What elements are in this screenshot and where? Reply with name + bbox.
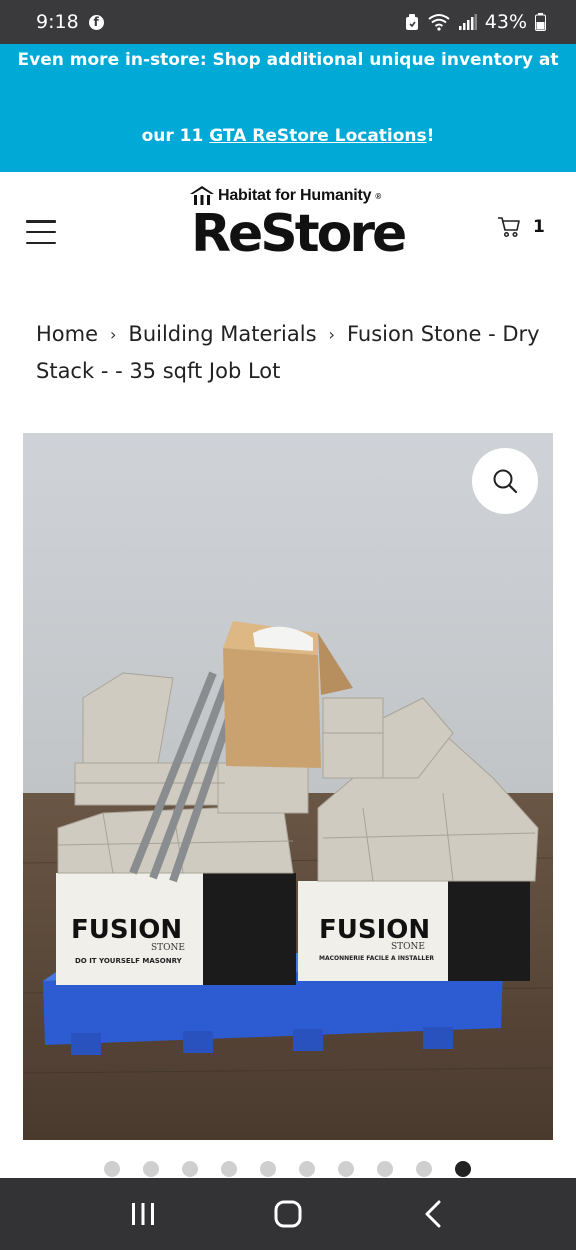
breadcrumb-building-materials[interactable]: Building Materials	[128, 322, 316, 346]
carousel-dot[interactable]	[182, 1161, 198, 1177]
status-time: 9:18	[36, 11, 79, 33]
store-locations-link[interactable]: GTA ReStore Locations	[209, 126, 426, 146]
search-icon	[493, 469, 518, 494]
site-header: Habitat for Humanity ® ReStore 1	[0, 172, 576, 290]
menu-icon[interactable]	[26, 220, 56, 244]
carousel-dot[interactable]	[338, 1161, 354, 1177]
carousel-dots	[104, 1161, 471, 1177]
recent-apps-icon	[131, 1203, 154, 1225]
carousel-dot[interactable]	[299, 1161, 315, 1177]
carousel-dot-active[interactable]	[455, 1161, 471, 1177]
signal-icon	[458, 14, 477, 30]
product-image[interactable]: FUSION STONE DO IT YOURSELF MASONRY FUSI…	[23, 433, 553, 1140]
promo-text: Even more in-store: Shop additional uniq…	[17, 50, 559, 70]
cart-icon	[498, 217, 520, 238]
carousel-dot[interactable]	[143, 1161, 159, 1177]
carousel-dot[interactable]	[416, 1161, 432, 1177]
status-icons: 43%	[405, 11, 546, 33]
logo-registered: ®	[375, 191, 382, 201]
logo-main-text: ReStore	[191, 204, 407, 264]
box-left-brand: FUSION	[71, 915, 182, 945]
home-button[interactable]	[258, 1184, 318, 1244]
wifi-icon	[428, 14, 450, 31]
carousel-dot[interactable]	[104, 1161, 120, 1177]
zoom-button[interactable]	[472, 448, 538, 514]
cart-count: 1	[533, 217, 545, 237]
promo-suffix: !	[426, 126, 435, 146]
restore-logo[interactable]: Habitat for Humanity ® ReStore	[190, 186, 407, 276]
carousel-dot[interactable]	[377, 1161, 393, 1177]
box-left-tag: DO IT YOURSELF MASONRY	[75, 957, 183, 965]
battery-percent: 43%	[484, 11, 527, 33]
logo-habitat: Habitat for Humanity ®	[190, 186, 390, 206]
box-right-sub: STONE	[391, 942, 425, 952]
promo-banner: Even more in-store: Shop additional uniq…	[0, 44, 576, 172]
status-bar: 9:18 f 43%	[0, 0, 576, 44]
alarm-icon	[405, 13, 418, 30]
breadcrumb-separator: ›	[328, 325, 335, 344]
product-photo: FUSION STONE DO IT YOURSELF MASONRY FUSI…	[23, 433, 553, 1140]
recent-apps-button[interactable]	[113, 1184, 173, 1244]
breadcrumb: Home › Building Materials › Fusion Stone - D…	[36, 316, 556, 390]
back-icon	[425, 1200, 441, 1228]
battery-icon	[535, 13, 546, 31]
box-right-tag: MACONNERIE FACILE A INSTALLER	[319, 955, 434, 962]
system-nav-bar	[0, 1178, 576, 1250]
promo-prefix: our 11	[141, 126, 210, 146]
box-right-brand: FUSION	[319, 915, 430, 945]
promo-text-line2: our 11 GTA ReStore Locations!	[0, 126, 576, 146]
box-left-sub: STONE	[151, 943, 185, 953]
home-icon	[274, 1200, 302, 1228]
carousel-dot[interactable]	[221, 1161, 237, 1177]
back-button[interactable]	[403, 1184, 463, 1244]
facebook-icon: f	[88, 14, 104, 30]
breadcrumb-home[interactable]: Home	[36, 322, 98, 346]
logo-top-text: Habitat for Humanity	[218, 187, 372, 204]
carousel-dot[interactable]	[260, 1161, 276, 1177]
habitat-house-icon	[190, 186, 214, 205]
breadcrumb-separator: ›	[110, 325, 117, 344]
cart-button[interactable]: 1	[497, 216, 545, 238]
